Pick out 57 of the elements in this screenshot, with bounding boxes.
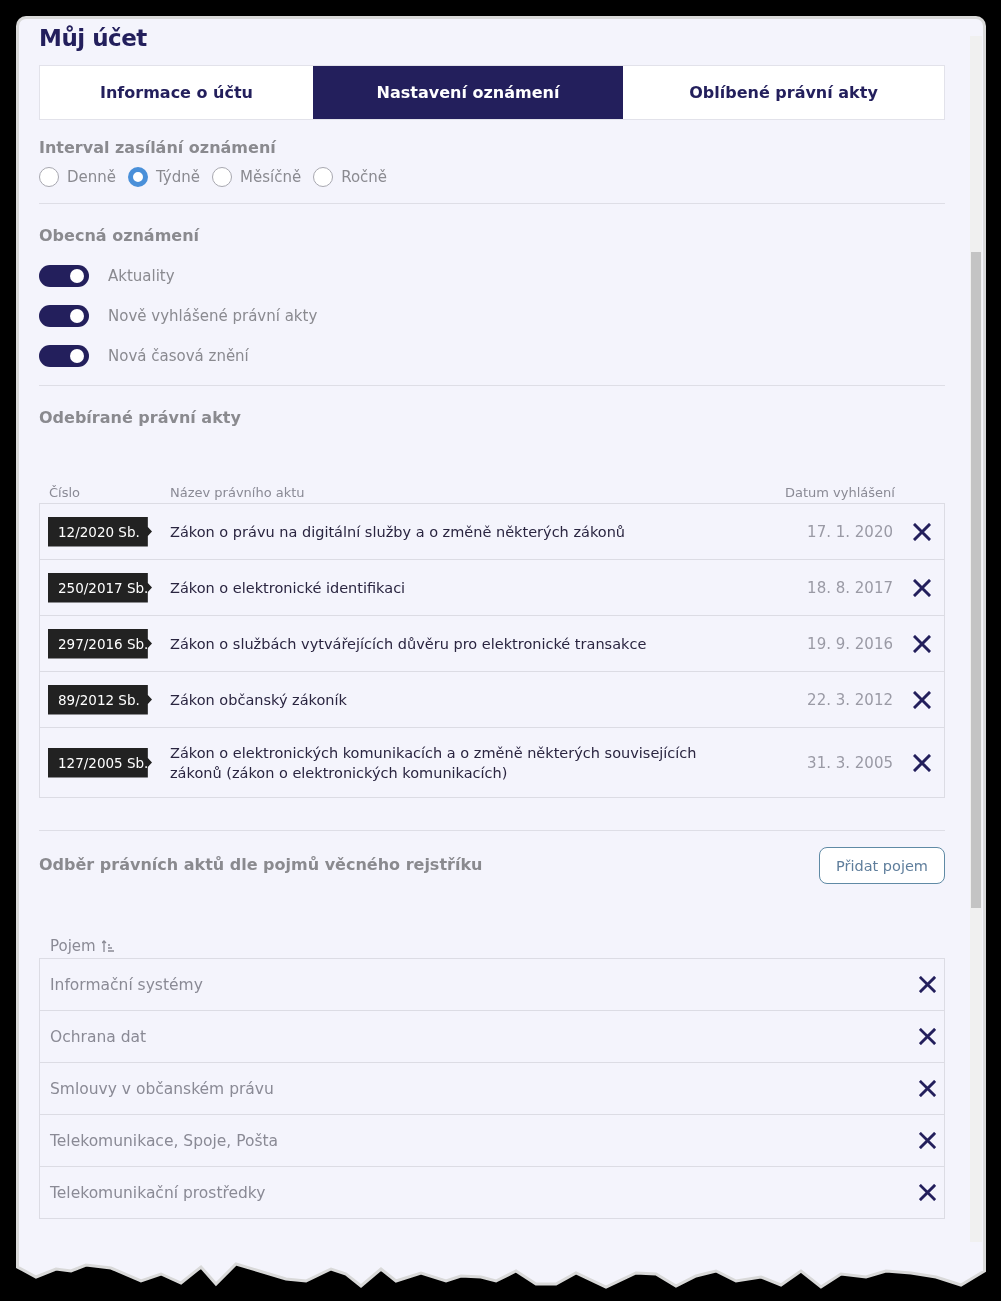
radio-button[interactable] [212,167,232,187]
close-icon[interactable] [919,1028,936,1045]
close-icon[interactable] [913,522,931,541]
add-term-button[interactable]: Přidat pojem [819,847,945,884]
toggle-label: Aktuality [108,267,175,285]
close-icon[interactable] [919,1132,936,1149]
scrollbar[interactable] [970,36,982,1242]
toggle-switch[interactable] [39,265,89,287]
term-name: Telekomunikační prostředky [50,1183,266,1202]
close-icon[interactable] [919,976,936,993]
toggle-label: Nová časová znění [108,347,249,365]
page-title: Můj účet [39,25,148,51]
term-name: Telekomunikace, Spoje, Pošta [50,1131,279,1150]
sort-icon[interactable] [101,939,114,953]
column-header[interactable]: Pojem [50,937,96,955]
radio-button[interactable] [313,167,334,187]
toggle-switch[interactable] [39,345,89,367]
close-icon[interactable] [913,634,931,653]
radio-label[interactable]: Ročně [341,168,388,186]
act-name: Zákon o službách vytvářejících důvěru pro elektronické transakce [169,634,648,654]
close-icon[interactable] [919,1080,936,1097]
close-icon[interactable] [913,578,931,597]
act-number-tag: 250/2017 Sb. [48,572,152,603]
column-header: Název právního aktu [170,485,305,500]
section-heading: Interval zasílání oznámení [39,138,277,157]
term-name: Smlouvy v občanském právu [50,1079,274,1098]
act-date: 18. 8. 2017 [806,578,893,597]
act-date: 19. 9. 2016 [806,634,893,653]
act-name: Zákon o elektronických komunikacích a o změně některých souvisejících zákonů (zákon o elektronických komunikacích) [169,743,698,783]
radio-label[interactable]: Týdně [156,168,200,186]
act-name: Zákon o elektronické identifikaci [169,578,407,598]
radio-label[interactable]: Denně [67,168,117,186]
close-icon[interactable] [919,1184,936,1201]
act-date: 17. 1. 2020 [806,522,893,541]
toggle-switch[interactable] [39,305,89,327]
radio-label[interactable]: Měsíčně [240,168,302,186]
term-name: Ochrana dat [50,1027,147,1046]
column-header: Datum vyhlášení [785,485,895,500]
tab[interactable]: Nastavení oznámení [313,66,623,119]
close-icon[interactable] [913,753,931,772]
act-number-tag: 297/2016 Sb. [48,628,152,659]
radio-button[interactable] [128,167,149,187]
act-number-tag: 89/2012 Sb. [48,684,152,715]
term-name: Informační systémy [50,975,203,994]
act-number-tag: 12/2020 Sb. [48,516,152,547]
act-name: Zákon občanský zákoník [169,690,348,710]
toggle-label: Nově vyhlášené právní akty [108,307,318,325]
section-heading: Odebírané právní akty [39,408,242,427]
section-heading: Odběr právních aktů dle pojmů věcného rejstříku [39,855,483,874]
section-heading: Obecná oznámení [39,226,201,245]
column-header: Číslo [49,485,81,500]
act-name: Zákon o právu na digitální služby a o změně některých zákonů [169,522,627,542]
act-date: 22. 3. 2012 [806,690,893,709]
radio-button[interactable] [39,167,59,187]
act-date: 31. 3. 2005 [806,753,893,772]
act-number-tag: 127/2005 Sb. [48,747,152,778]
close-icon[interactable] [913,690,931,709]
